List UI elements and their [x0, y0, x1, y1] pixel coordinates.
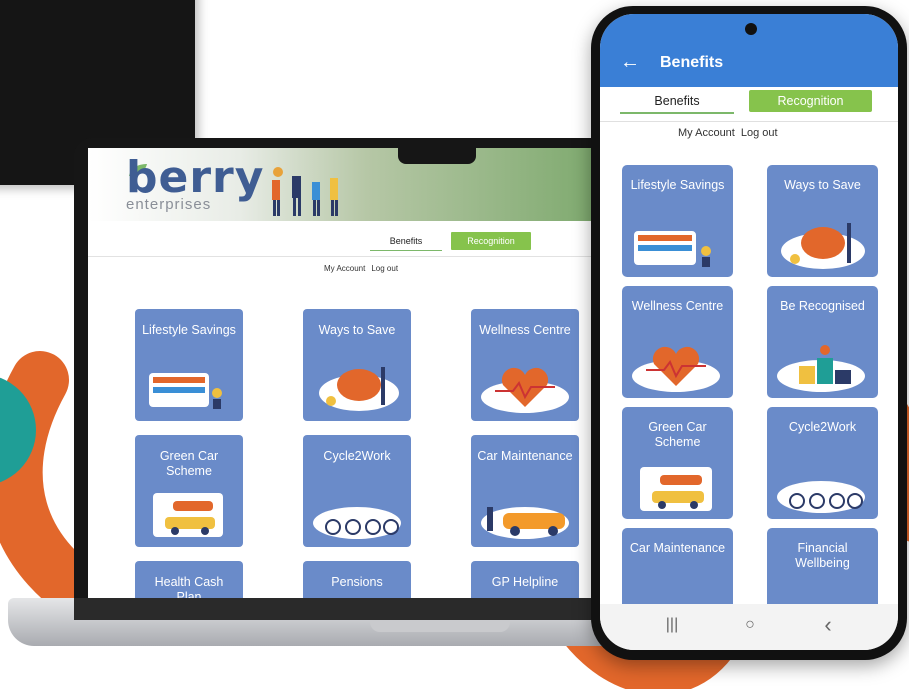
home-icon[interactable]: ○	[730, 616, 770, 634]
laptop-notch	[398, 148, 476, 164]
account-links: My Account Log out	[324, 264, 404, 273]
tile-label: Ways to Save	[318, 323, 396, 337]
tile-label: Be Recognised	[780, 299, 865, 313]
bicycle-illustration	[313, 507, 401, 539]
brand-logo[interactable]: berry enterprises	[126, 152, 265, 214]
header-banner: berry enterprises	[88, 148, 594, 221]
back-icon[interactable]: ‹	[808, 612, 848, 638]
system-nav-bar: ||| ○ ‹	[600, 604, 898, 650]
page-title: Benefits	[660, 54, 724, 71]
tab-recognition[interactable]: Recognition	[749, 90, 872, 112]
car-repair-illustration	[481, 507, 569, 539]
laptop-hinge	[74, 598, 634, 620]
tile-label: Green Car Scheme	[648, 420, 707, 449]
car-illustration	[640, 467, 712, 511]
tab-recognition[interactable]: Recognition	[451, 232, 531, 250]
heart-illustration	[632, 346, 720, 392]
heart-illustration	[481, 367, 569, 413]
tile-gp-helpline[interactable]: GP Helpline	[471, 561, 579, 598]
tile-green-car-scheme[interactable]: Green Car Scheme	[622, 407, 733, 519]
tile-car-maintenance[interactable]: Car Maintenance	[471, 435, 579, 547]
tile-label: Car Maintenance	[477, 449, 573, 463]
tile-label: Green Car Scheme	[159, 449, 219, 478]
tile-ways-to-save[interactable]: Ways to Save	[303, 309, 411, 421]
tile-label: Health Cash Plan	[154, 575, 224, 598]
tile-label: Pensions	[331, 575, 383, 589]
arrow-left-icon[interactable]: ←	[620, 52, 640, 72]
my-account-link[interactable]: My Account	[324, 264, 365, 273]
tile-label: Cycle2Work	[323, 449, 391, 463]
tile-label: GP Helpline	[491, 575, 559, 589]
shop-illustration	[149, 373, 222, 409]
bicycle-illustration	[777, 481, 865, 513]
laptop-screen: berry enterprises Benefits Recognition M…	[88, 148, 594, 598]
tile-cycle2work[interactable]: Cycle2Work	[767, 407, 878, 519]
piggy-bank-illustration	[781, 223, 865, 269]
tile-ways-to-save[interactable]: Ways to Save	[767, 165, 878, 277]
tile-wellness-centre[interactable]: Wellness Centre	[471, 309, 579, 421]
divider	[88, 256, 594, 257]
tile-label: Wellness Centre	[631, 299, 724, 313]
tile-label: Lifestyle Savings	[630, 178, 725, 192]
divider	[600, 121, 898, 122]
tile-label: Ways to Save	[784, 178, 861, 192]
tile-lifestyle-savings[interactable]: Lifestyle Savings	[135, 309, 243, 421]
tab-benefits[interactable]: Benefits	[370, 232, 442, 251]
brand-name: berry	[126, 152, 265, 203]
app-bar: ← Benefits	[600, 14, 898, 87]
my-account-link[interactable]: My Account	[678, 127, 735, 139]
tile-label: Lifestyle Savings	[142, 323, 236, 337]
tile-lifestyle-savings[interactable]: Lifestyle Savings	[622, 165, 733, 277]
camera-icon	[745, 23, 757, 35]
tile-cycle2work[interactable]: Cycle2Work	[303, 435, 411, 547]
podium-illustration	[777, 345, 865, 392]
tile-label: Financial Wellbeing	[795, 541, 850, 570]
logout-link[interactable]: Log out	[741, 127, 778, 139]
shop-illustration	[634, 231, 711, 267]
piggy-bank-illustration	[319, 367, 399, 411]
tile-label: Wellness Centre	[479, 323, 571, 337]
recents-icon[interactable]: |||	[652, 616, 692, 634]
tile-label: Car Maintenance	[629, 541, 726, 555]
tab-benefits[interactable]: Benefits	[620, 90, 734, 114]
tile-be-recognised[interactable]: Be Recognised	[767, 286, 878, 398]
celebrating-people-illustration	[272, 167, 338, 216]
tile-wellness-centre[interactable]: Wellness Centre	[622, 286, 733, 398]
account-links: My Account Log out	[678, 127, 784, 139]
phone-screen: ← Benefits Benefits Recognition My Accou…	[600, 14, 898, 650]
laptop-nav: Benefits Recognition	[88, 232, 594, 252]
tile-pensions[interactable]: Pensions	[303, 561, 411, 598]
logout-link[interactable]: Log out	[371, 264, 398, 273]
laptop-lip	[370, 620, 510, 632]
tile-green-car-scheme[interactable]: Green Car Scheme	[135, 435, 243, 547]
tile-health-cash-plan[interactable]: Health Cash Plan	[135, 561, 243, 598]
car-illustration	[153, 493, 223, 537]
tile-label: Cycle2Work	[788, 420, 857, 434]
